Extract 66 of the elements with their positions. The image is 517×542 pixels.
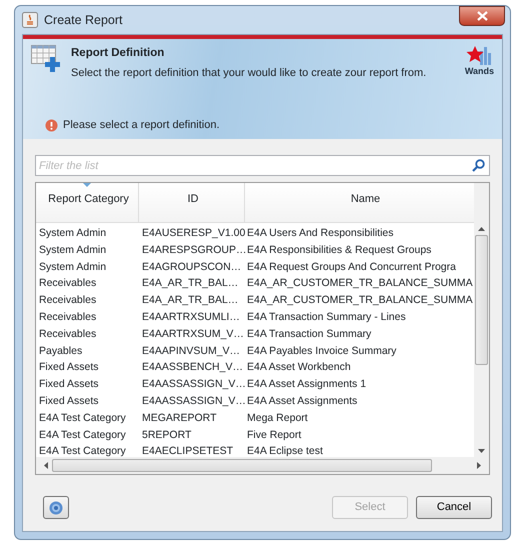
table-cell-text: E4A Request Groups And Concurrent Progra [246, 260, 456, 275]
table-cell-text: E4A Test Category [38, 410, 127, 426]
section-title: Report Definition [71, 46, 166, 61]
table-cell-text: E4A_AR_CUSTOMER_TR_BALANCE_SUMMA [246, 293, 473, 308]
table-cell-text: E4AASSASSIGN_V… [141, 394, 245, 409]
table-cell-text: Fixed Assets [38, 377, 100, 392]
table-cell-text: E4A Responsibilities & Request Groups [246, 242, 432, 258]
table-cell-text: E4A Payables Invoice Summary [246, 344, 396, 359]
table-cell-text: Receivables [38, 310, 98, 325]
star-chart-logo-icon [466, 45, 492, 65]
filter-field[interactable]: Filter the list [35, 155, 490, 176]
table-cell-text: System Admin [38, 242, 108, 258]
table-add-icon [31, 45, 61, 73]
scroll-right-icon[interactable] [477, 462, 481, 469]
table-cell-text: E4A_AR_CUSTOMER_TR_BALANCE_SUMMA [246, 276, 473, 292]
table-cell-text: E4A Test Category [38, 444, 127, 457]
table-cell-text: System Admin [38, 260, 108, 275]
table-cell-text: Payables [38, 344, 84, 359]
table-cell-text: E4A_AR_TR_BAL… [141, 293, 240, 308]
table-cell-text: E4AAPINVSUM_V… [141, 344, 242, 359]
error-message: Please select a report definition. [63, 118, 220, 133]
scroll-down-icon[interactable] [478, 449, 485, 453]
table-cell-text: Fixed Assets [38, 360, 100, 376]
description-text: Select the report definition that your would like to create zour report from. [71, 66, 428, 82]
table-cell-text: E4A Eclipse test [246, 444, 323, 457]
horizontal-scrollbar[interactable] [36, 457, 489, 474]
table-cell-text: Mega Report [246, 410, 308, 426]
table-cell-text: Receivables [38, 326, 98, 342]
table-cell-text: Fixed Assets [38, 394, 100, 409]
window-title: Create Report [44, 12, 123, 29]
table-cell-text: E4A Asset Assignments 1 [246, 377, 366, 392]
table-cell-text: E4A Asset Workbench [246, 360, 351, 376]
close-icon [476, 11, 488, 21]
table-cell-text: E4A Users And Responsibilities [246, 226, 394, 241]
table-cell-text: E4AGROUPSCON… [141, 260, 242, 275]
logo-text: Wands [464, 65, 494, 78]
table-cell-text: E4AASSASSIGN_V… [141, 377, 245, 392]
table-cell-text: E4AECLIPSETEST [141, 444, 234, 457]
help-button[interactable] [43, 496, 69, 519]
table-cell-text: E4AASSBENCH_V… [141, 360, 244, 376]
table-cell-text: Five Report [246, 428, 302, 443]
table-cell-text: E4A Asset Assignments [246, 394, 358, 409]
table-cell-text: E4AARTRXSUM_V… [141, 326, 245, 342]
table-cell-text: E4A Transaction Summary [246, 326, 372, 342]
error-icon [45, 118, 58, 132]
table-cell-text: E4ARESPSGROUP… [141, 242, 245, 258]
scroll-up-icon[interactable] [478, 227, 485, 231]
vertical-scrollbar[interactable] [474, 183, 489, 457]
table-cell-text: Receivables [38, 276, 98, 292]
table-cell-text: E4A Test Category [38, 428, 127, 443]
table-cell-text: System Admin [38, 226, 108, 241]
table-cell-text: Receivables [38, 293, 98, 308]
table-cell-text: E4AUSERESP_V1.00 [141, 226, 245, 241]
table-cell-text: 5REPORT [141, 428, 192, 443]
table-cell-text: E4AARTRXSUMLI… [141, 310, 241, 325]
table-cell-text: MEGAREPORT [141, 410, 218, 426]
close-button[interactable] [459, 6, 505, 26]
search-icon[interactable] [472, 159, 485, 172]
table-cell-text: E4A_AR_TR_BAL… [141, 276, 240, 292]
table-cell-text: E4A Transaction Summary - Lines [246, 310, 406, 325]
dialog-button[interactable]: Cancel [416, 496, 492, 519]
scroll-left-icon[interactable] [44, 462, 48, 469]
column-header[interactable]: ID [139, 183, 245, 222]
app-icon [22, 12, 38, 28]
help-icon [49, 500, 63, 514]
column-header[interactable]: Report Category [36, 183, 139, 222]
